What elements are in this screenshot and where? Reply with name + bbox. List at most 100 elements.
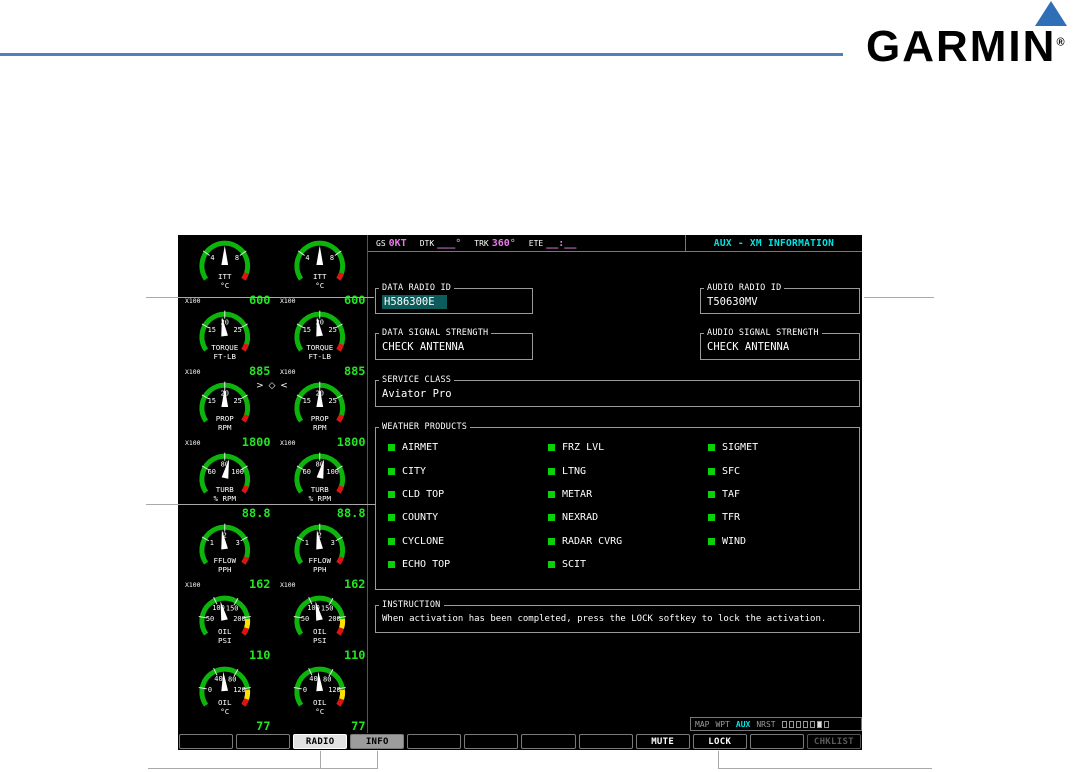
nav-status-bar: GS 0KT DTK ___° TRK 360° ETE __:__ AUX - XM INF…	[368, 235, 862, 252]
page-indicator-box	[809, 720, 815, 728]
softkey-blank	[407, 734, 462, 749]
weather-product-item: NEXRAD	[548, 506, 622, 529]
svg-text:150: 150	[320, 605, 333, 613]
svg-text:0: 0	[302, 686, 306, 694]
svg-text:X100: X100	[185, 297, 201, 305]
softkey-blank	[749, 734, 804, 749]
svg-text:50: 50	[300, 615, 308, 623]
weather-product-indicator	[388, 537, 395, 545]
svg-text:X100: X100	[279, 297, 295, 305]
registered-mark: ®	[1056, 36, 1065, 49]
svg-text:X100: X100	[279, 581, 295, 589]
eis-gauge: 152025 TORQUE FT-LB X100 885	[279, 310, 365, 377]
weather-product-indicator	[388, 490, 395, 498]
nav-field-label: ETE	[528, 238, 544, 248]
page-indicator-box	[802, 720, 808, 728]
weather-products-column-3: SIGMET SFC TAF TFR WIND	[708, 436, 758, 553]
audio-signal-strength-label: AUDIO SIGNAL STRENGTH	[704, 328, 822, 338]
data-signal-strength-field: DATA SIGNAL STRENGTH CHECK ANTENNA	[375, 328, 533, 360]
page-indicator-box	[788, 720, 794, 728]
weather-product-indicator	[708, 514, 715, 522]
softkey-radio[interactable]: RADIO	[293, 734, 348, 749]
weather-product-item: WIND	[708, 530, 758, 553]
svg-text:TURB: TURB	[310, 485, 328, 494]
weather-product-indicator	[708, 537, 715, 545]
svg-text:25: 25	[233, 326, 241, 334]
svg-text:FT-LB: FT-LB	[308, 352, 331, 361]
eis-gauge: 040 80 120 OIL °C 77	[198, 666, 271, 732]
callout-tick-info-softkey	[377, 751, 378, 769]
weather-product-item: AIRMET	[388, 436, 450, 459]
page-indicator-box	[816, 720, 822, 728]
weather-product-item: SCIT	[548, 553, 622, 576]
weather-product-item: TFR	[708, 506, 758, 529]
svg-text:600: 600	[343, 293, 365, 306]
svg-text:40: 40	[214, 675, 222, 683]
eis-gauge: 4 8 ITT °C X100 600	[279, 240, 365, 306]
weather-product-name: SIGMET	[722, 442, 759, 454]
audio-radio-id-field: AUDIO RADIO ID T50630MV	[700, 283, 860, 314]
eis-row: 15 20 25 TORQUE FT-LB X100 885 15 20 25 TORQ…	[178, 306, 367, 377]
weather-product-item: COUNTY	[388, 506, 450, 529]
pagebar-boxes	[781, 720, 829, 728]
garmin-logo-text: GARMIN	[866, 22, 1057, 71]
weather-product-name: METAR	[562, 488, 593, 500]
weather-product-indicator	[548, 514, 555, 522]
svg-text:600: 600	[249, 293, 271, 306]
svg-text:ITT: ITT	[313, 272, 327, 281]
svg-text:77: 77	[351, 719, 365, 732]
softkey-mute[interactable]: MUTE	[635, 734, 690, 749]
softkey-chklist[interactable]: CHKLIST	[806, 734, 861, 749]
data-radio-id-field[interactable]: DATA RADIO ID H586300E	[375, 283, 533, 314]
svg-text:FFLOW: FFLOW	[214, 556, 237, 565]
svg-text:°C: °C	[315, 707, 324, 716]
weather-product-item: CYCLONE	[388, 530, 450, 553]
weather-product-item: TAF	[708, 483, 758, 506]
softkey-lock[interactable]: LOCK	[692, 734, 747, 749]
service-class-value: Aviator Pro	[382, 388, 452, 400]
svg-text:80: 80	[228, 676, 236, 684]
weather-products-column-2: FRZ LVL LTNG METAR NEXRAD RADAR CVRG SCIT	[548, 436, 622, 576]
svg-text:88.8: 88.8	[336, 506, 365, 519]
weather-product-name: RADAR CVRG	[562, 535, 623, 547]
header-rule	[0, 53, 843, 56]
svg-text:°C: °C	[315, 281, 324, 290]
svg-text:% RPM: % RPM	[214, 494, 237, 503]
pagebar: MAP WPT AUX NRST	[690, 717, 862, 731]
svg-text:1: 1	[304, 539, 308, 547]
svg-text:25: 25	[233, 397, 241, 405]
eis-gauge: 123 FFLOW PPH X100 162	[185, 523, 271, 590]
data-signal-strength-label: DATA SIGNAL STRENGTH	[379, 328, 492, 338]
page-indicator-box	[781, 720, 787, 728]
svg-text:FFLOW: FFLOW	[308, 556, 331, 565]
svg-text:60: 60	[302, 468, 310, 476]
weather-product-item: LTNG	[548, 459, 622, 482]
softkey-blank	[236, 734, 291, 749]
weather-product-name: AIRMET	[402, 442, 439, 454]
weather-product-name: NEXRAD	[562, 512, 599, 524]
svg-text:PPH: PPH	[313, 565, 326, 574]
weather-product-item: CLD TOP	[388, 483, 450, 506]
weather-product-name: CYCLONE	[402, 535, 445, 547]
svg-text:1: 1	[210, 539, 214, 547]
softkey-info[interactable]: INFO	[350, 734, 405, 749]
callout-line-softkeys-horizontal	[148, 768, 378, 769]
svg-text:TORQUE: TORQUE	[306, 343, 333, 352]
weather-product-indicator	[388, 444, 395, 452]
weather-product-name: CLD TOP	[402, 488, 445, 500]
svg-text:162: 162	[343, 577, 365, 590]
svg-text:25: 25	[328, 397, 336, 405]
eis-strip: 48 ITT °C X100 600 48 ITT °C X100 600 15…	[178, 235, 368, 733]
svg-text:80: 80	[323, 676, 331, 684]
svg-text:3: 3	[236, 539, 240, 547]
weather-product-name: TAF	[722, 488, 741, 500]
service-class-label: SERVICE CLASS	[379, 375, 455, 385]
svg-text:PROP: PROP	[310, 414, 328, 423]
svg-text:PPH: PPH	[218, 565, 231, 574]
weather-product-indicator	[388, 467, 395, 475]
eis-gauge: 6080100 TURB % RPM 88.8	[293, 452, 365, 519]
weather-product-item: ECHO TOP	[388, 553, 450, 576]
svg-text:200: 200	[328, 615, 341, 623]
weather-product-item: FRZ LVL	[548, 436, 622, 459]
svg-text:120: 120	[233, 686, 246, 694]
